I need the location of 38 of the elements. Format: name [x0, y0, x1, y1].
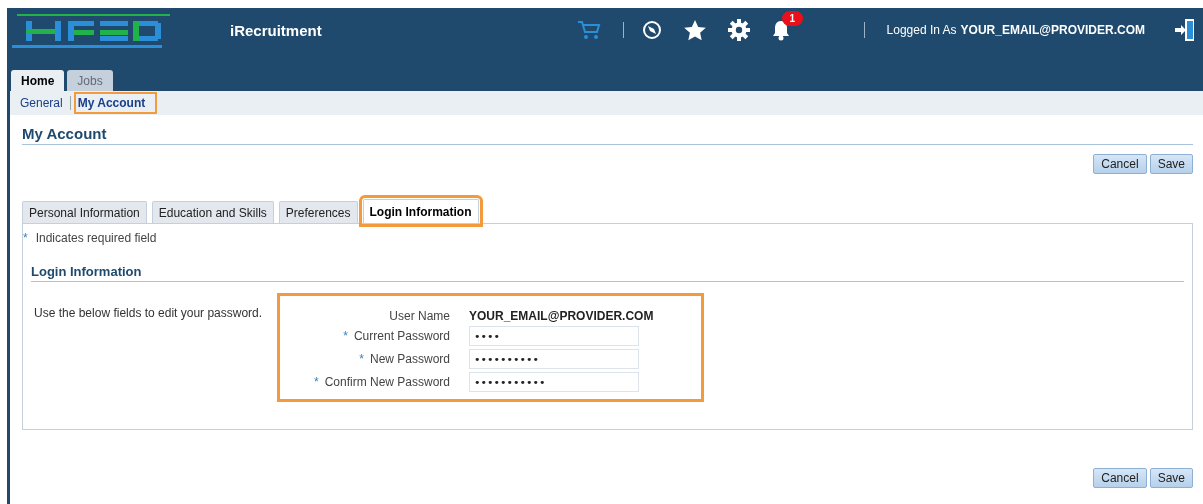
field-label: User Name [389, 309, 450, 323]
action-button[interactable]: Cancel [1093, 154, 1147, 174]
nav-tab[interactable]: Jobs [67, 70, 113, 91]
user-email: YOUR_EMAIL@PROVIDER.COM [960, 23, 1145, 37]
star-icon[interactable] [683, 19, 706, 41]
action-button[interactable]: Save [1149, 154, 1193, 174]
app-title: iRecruitment [230, 21, 322, 39]
password-field[interactable]: •••• [469, 326, 639, 346]
action-button[interactable]: Save [1149, 468, 1193, 488]
section-title: Login Information [31, 264, 1184, 282]
nav-tab[interactable]: Home [11, 70, 65, 91]
field-label: Confirm New Password [324, 375, 450, 389]
form-tab[interactable]: Personal Information [22, 201, 147, 223]
action-button[interactable]: Cancel [1093, 468, 1147, 488]
form-tab[interactable]: Preferences [278, 201, 358, 223]
notification-bell-icon[interactable] [771, 19, 790, 41]
notification-count: 1 [781, 11, 804, 26]
settings-icon[interactable] [727, 19, 750, 41]
logged-in-label: Logged In As [886, 23, 957, 37]
cart-icon[interactable] [576, 20, 601, 40]
required-mark: * [359, 352, 364, 366]
password-field[interactable]: •••••••••• [469, 349, 639, 369]
required-mark: * [23, 231, 28, 245]
form-tab[interactable]: Education and Skills [151, 201, 274, 223]
instructions-text: Use the below fields to edit your password. [34, 306, 264, 320]
field-label: New Password [369, 352, 450, 366]
field-label: Current Password [353, 329, 450, 343]
password-field[interactable]: ••••••••••• [469, 372, 639, 392]
compass-icon[interactable] [641, 20, 662, 40]
subnav-link[interactable]: My Account [75, 94, 156, 112]
logout-icon[interactable] [1175, 18, 1195, 42]
required-note: Indicates required field [35, 231, 157, 245]
required-mark: * [343, 329, 348, 343]
field-value: YOUR_EMAIL@PROVIDER.COM [469, 309, 654, 323]
page-title: My Account [22, 125, 1193, 145]
logo-icon [12, 14, 170, 50]
required-mark: * [313, 375, 319, 389]
subnav-link[interactable]: General [18, 94, 65, 112]
